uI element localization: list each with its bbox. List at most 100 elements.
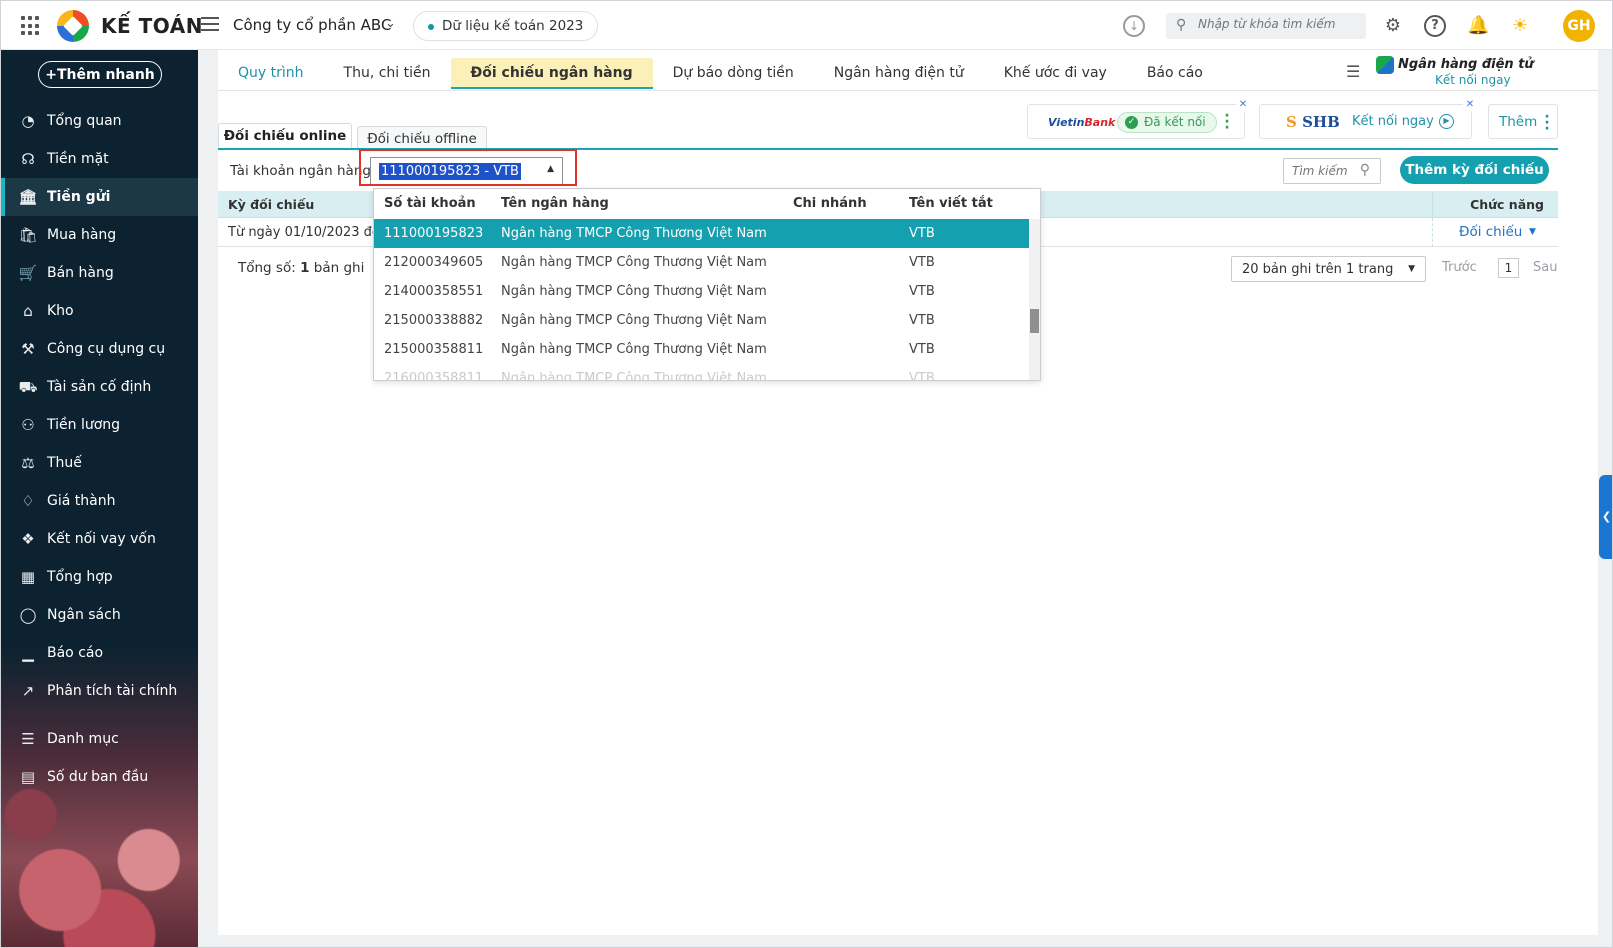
prev-page-button[interactable]: Trước	[1442, 260, 1477, 275]
current-page[interactable]: 1	[1498, 258, 1519, 278]
analytics-icon: ↗	[21, 682, 35, 700]
bank-account-label: Tài khoản ngân hàng:	[230, 163, 376, 179]
dropdown-header-branch: Chi nhánh	[793, 196, 867, 211]
global-search-input[interactable]	[1198, 17, 1358, 31]
help-icon[interactable]: ?	[1424, 15, 1446, 37]
vietinbank-logo: VietinBank	[1048, 116, 1116, 129]
connected-badge: ✓ Đã kết nối	[1117, 112, 1217, 133]
filter-settings-icon[interactable]: ☰	[1346, 62, 1368, 81]
e-banking-title: Ngân hàng điện tử	[1398, 57, 1534, 72]
sidebar-item-opening-balance[interactable]: ▤ Số dư ban đầu	[1, 758, 198, 796]
sidebar-item-fixed-assets[interactable]: ⛟ Tài sản cố định	[1, 368, 198, 406]
sidebar-item-catalog[interactable]: ☰ Danh mục	[1, 720, 198, 758]
close-icon[interactable]: ✕	[1236, 98, 1250, 112]
period-search[interactable]: ⚲	[1283, 158, 1381, 184]
search-icon[interactable]: ⚲	[1360, 162, 1370, 178]
salary-icon: ⚇	[21, 416, 35, 434]
dropdown-option[interactable]: 111000195823 Ngân hàng TMCP Công Thương …	[374, 219, 1029, 248]
sidebar-item-analytics[interactable]: ↗ Phân tích tài chính	[1, 672, 198, 710]
cash-icon: ☊	[21, 150, 35, 168]
app-grid-icon[interactable]	[21, 16, 41, 36]
sidebar-item-loan[interactable]: ❖ Kết nối vay vốn	[1, 520, 198, 558]
dataset-selector[interactable]: Dữ liệu kế toán 2023	[413, 11, 599, 41]
chevron-down-icon[interactable]: ⌄	[385, 16, 396, 31]
sidebar-item-salary[interactable]: ⚇ Tiền lương	[1, 406, 198, 444]
top-bar: KẾ TOÁN Công ty cổ phần ABC ⌄ Dữ liệu kế…	[1, 1, 1612, 50]
sidebar-item-tax[interactable]: ⚖ Thuế	[1, 444, 198, 482]
gear-icon[interactable]: ⚙	[1382, 15, 1404, 37]
column-header-period[interactable]: Kỳ đối chiếu	[228, 197, 314, 212]
tab-reports[interactable]: Báo cáo	[1127, 58, 1223, 89]
e-banking-connect-link[interactable]: Kết nối ngay	[1435, 73, 1511, 87]
company-selector[interactable]: Công ty cổ phần ABC	[233, 16, 391, 34]
dataset-label: Dữ liệu kế toán 2023	[442, 18, 584, 34]
content-panel: Quy trình Thu, chi tiền Đối chiếu ngân h…	[218, 50, 1598, 935]
sidebar-item-budget[interactable]: ◯ Ngân sách	[1, 596, 198, 634]
check-circle-icon: ✓	[1125, 116, 1138, 129]
scrollbar-thumb[interactable]	[1030, 309, 1039, 333]
sidebar-item-summary[interactable]: ▦ Tổng hợp	[1, 558, 198, 596]
sidebar-item-cash[interactable]: ☊ Tiền mặt	[1, 140, 198, 178]
dropdown-option[interactable]: 214000358551 Ngân hàng TMCP Công Thương …	[374, 277, 1029, 306]
total-records: Tổng số: 1 bản ghi	[238, 260, 365, 276]
shb-logo: S SHB	[1286, 113, 1340, 131]
subtab-online[interactable]: Đối chiếu online	[218, 123, 352, 149]
sidebar-item-report[interactable]: ▁ Báo cáo	[1, 634, 198, 672]
close-icon[interactable]: ✕	[1463, 98, 1477, 112]
tab-cashflow-forecast[interactable]: Dự báo dòng tiền	[653, 58, 814, 89]
period-search-input[interactable]	[1292, 164, 1354, 178]
dropdown-option[interactable]: 215000358811 Ngân hàng TMCP Công Thương …	[374, 335, 1029, 364]
global-search[interactable]: ⚲	[1166, 13, 1366, 39]
download-icon[interactable]: ↓	[1123, 15, 1145, 37]
tab-bank-reconciliation[interactable]: Đối chiếu ngân hàng	[450, 58, 653, 89]
tab-workflow[interactable]: Quy trình	[218, 58, 324, 89]
bank-account-dropdown: Số tài khoản Tên ngân hàng Chi nhánh Tên…	[373, 188, 1041, 381]
page-size-select[interactable]: 20 bản ghi trên 1 trang ▼	[1231, 256, 1426, 282]
report-icon: ▁	[22, 644, 34, 662]
quick-add-button[interactable]: +Thêm nhanh	[38, 61, 162, 88]
tab-loan-contracts[interactable]: Khế ước đi vay	[984, 58, 1127, 89]
menu-icon[interactable]	[201, 17, 219, 33]
caret-down-icon[interactable]: ▼	[1529, 227, 1536, 237]
dropdown-header: Số tài khoản Tên ngân hàng Chi nhánh Tên…	[374, 189, 1029, 219]
summary-icon: ▦	[20, 568, 36, 586]
sidebar-item-sales[interactable]: 🛒 Bán hàng	[1, 254, 198, 292]
sidebar: +Thêm nhanh ◔ Tổng quan ☊ Tiền mặt 🏛 Tiền g…	[1, 50, 198, 947]
brand-logo-icon	[57, 10, 89, 42]
main-area: Quy trình Thu, chi tiền Đối chiếu ngân h…	[198, 50, 1612, 947]
sidebar-item-purchasing[interactable]: 🛍 Mua hàng	[1, 216, 198, 254]
tab-e-banking[interactable]: Ngân hàng điện tử	[814, 58, 984, 89]
warehouse-icon: ⌂	[23, 302, 33, 320]
more-banks-card[interactable]: Thêm · · ·	[1488, 104, 1558, 139]
dropdown-header-bank: Tên ngân hàng	[501, 196, 609, 211]
bank-icon: 🏛	[18, 188, 38, 206]
dropdown-option[interactable]: 212000349605 Ngân hàng TMCP Công Thương …	[374, 248, 1029, 277]
tab-receipts-payments[interactable]: Thu, chi tiền	[324, 58, 451, 89]
column-separator	[1432, 191, 1433, 218]
bell-icon[interactable]: 🔔	[1467, 15, 1489, 37]
tax-icon: ⚖	[21, 454, 35, 472]
sidebar-item-tools[interactable]: ⚒ Công cụ dụng cụ	[1, 330, 198, 368]
sidebar-item-cost[interactable]: ♢ Giá thành	[1, 482, 198, 520]
dropdown-scrollbar[interactable]	[1029, 219, 1040, 380]
add-period-button[interactable]: Thêm kỳ đối chiếu	[1400, 156, 1549, 184]
sidebar-item-warehouse[interactable]: ⌂ Kho	[1, 292, 198, 330]
sidebar-nav: ◔ Tổng quan ☊ Tiền mặt 🏛 Tiền gửi 🛍 Mua hàng…	[1, 102, 198, 796]
column-header-function: Chức năng	[1470, 197, 1544, 212]
collapse-panel-handle[interactable]: ❮	[1599, 475, 1612, 559]
sidebar-item-overview[interactable]: ◔ Tổng quan	[1, 102, 198, 140]
dropdown-option[interactable]: 215000338882 Ngân hàng TMCP Công Thương …	[374, 306, 1029, 335]
sidebar-item-deposits[interactable]: 🏛 Tiền gửi	[1, 178, 198, 216]
period-cell: Từ ngày 01/10/2023 đến	[228, 225, 389, 240]
kebab-menu-icon[interactable]: · · ·	[1224, 109, 1230, 135]
kebab-menu-icon[interactable]: · · ·	[1544, 110, 1550, 136]
next-page-button[interactable]: Sau	[1533, 260, 1557, 275]
app-window: KẾ TOÁN Công ty cổ phần ABC ⌄ Dữ liệu kế…	[0, 0, 1613, 948]
play-circle-icon[interactable]: ▶	[1439, 114, 1454, 129]
shb-connect-link[interactable]: Kết nối ngay	[1352, 114, 1434, 129]
reconcile-action-button[interactable]: Đối chiếu	[1459, 224, 1522, 240]
tools-icon: ⚒	[21, 340, 35, 358]
dropdown-option[interactable]: 216000358811 Ngân hàng TMCP Công Thương …	[374, 364, 1029, 380]
lightbulb-icon[interactable]: ☀	[1509, 15, 1531, 37]
avatar[interactable]: GH	[1563, 10, 1595, 42]
